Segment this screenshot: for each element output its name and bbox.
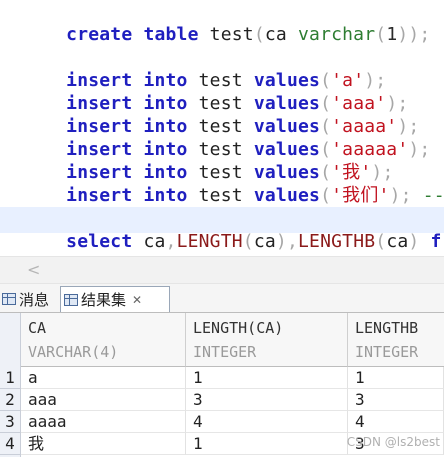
cell-lengthb[interactable]: 3 xyxy=(348,389,444,411)
tab-results[interactable]: 结果集 ✕ xyxy=(60,286,170,312)
row-number[interactable]: 3 xyxy=(0,411,20,433)
code-line-insert: insert into test values('我'); xyxy=(22,140,393,183)
comment: -- 列 xyxy=(422,185,444,206)
sql-editor[interactable]: create table test(ca varchar(1)); insert… xyxy=(0,0,444,256)
keyword-table: table xyxy=(143,24,199,45)
column-type: INTEGER xyxy=(193,343,257,361)
cell-ca[interactable]: a xyxy=(21,367,186,389)
comment: -- xyxy=(430,139,444,160)
code-line-insert: insert into test values('我们'); -- 列 xyxy=(22,163,444,206)
cell-length[interactable]: 4 xyxy=(186,411,348,433)
cell-lengthb[interactable]: 4 xyxy=(348,411,444,433)
paren: ( xyxy=(320,185,332,206)
column-name: CA xyxy=(28,319,47,337)
tab-messages[interactable]: 消息 xyxy=(0,286,49,312)
keyword-create: create xyxy=(66,24,133,45)
column-name: LENGTHB xyxy=(355,319,419,337)
code-line-insert: insert into test values('a'); xyxy=(22,48,386,91)
identifier-ca: ca xyxy=(253,231,276,252)
code-line-create: create table test(ca varchar(1)); xyxy=(22,2,430,45)
string-literal: '我们' xyxy=(331,185,390,206)
cell-length[interactable]: 1 xyxy=(186,433,348,455)
function-length: LENGTH xyxy=(176,231,243,252)
messages-icon xyxy=(2,293,16,305)
paren: ( xyxy=(375,24,387,45)
row-number[interactable]: 1 xyxy=(0,367,20,389)
column-type: INTEGER xyxy=(355,343,419,361)
paren: ) xyxy=(408,231,420,252)
column-name: LENGTH(CA) xyxy=(193,319,284,337)
function-lengthb: LENGTHB xyxy=(298,231,376,252)
cell-lengthb[interactable]: 1 xyxy=(348,367,444,389)
table-grid-icon xyxy=(64,293,78,306)
type-varchar: varchar xyxy=(298,24,376,45)
close-icon[interactable]: ✕ xyxy=(132,293,142,307)
keyword-into: into xyxy=(143,185,188,206)
paren: )); xyxy=(397,24,431,45)
identifier-test: test xyxy=(198,185,243,206)
code-line-insert: insert into test values('aaa'); xyxy=(22,71,408,114)
keyword-insert: insert xyxy=(66,185,133,206)
keyword-values: values xyxy=(253,185,321,206)
tab-messages-label: 消息 xyxy=(19,290,50,309)
keyword-select: select xyxy=(66,231,133,252)
result-tabs: 消息 结果集 ✕ xyxy=(0,284,444,313)
identifier-ca: ca xyxy=(386,231,409,252)
column-header-ca[interactable]: CA VARCHAR(4) xyxy=(21,313,186,367)
row-number[interactable]: 2 xyxy=(0,389,20,411)
paren: ); xyxy=(408,139,431,160)
number-literal: 1 xyxy=(386,24,398,45)
comma: , xyxy=(165,231,177,252)
identifier-ca: ca xyxy=(143,231,166,252)
code-line-insert: insert into test values('aaaa'); xyxy=(22,94,419,137)
cell-ca[interactable]: 我 xyxy=(21,433,186,455)
comma: , xyxy=(286,231,299,252)
keyword-from: fro xyxy=(430,231,444,252)
identifier-ca: ca xyxy=(264,24,287,45)
watermark: CSDN @ls2best xyxy=(346,435,440,449)
identifier-test: test xyxy=(209,24,254,45)
paren: ( xyxy=(375,231,387,252)
column-header-lengthb[interactable]: LENGTHB INTEGER xyxy=(348,313,444,367)
paren: ( xyxy=(242,231,254,252)
code-line-select: select ca,LENGTH(ca),LENGTHB(ca) fro xyxy=(22,209,444,252)
paren: ) xyxy=(275,231,287,252)
cell-length[interactable]: 1 xyxy=(186,367,348,389)
column-type: VARCHAR(4) xyxy=(28,343,119,361)
tab-results-label: 结果集 xyxy=(81,291,127,309)
paren: ); xyxy=(389,185,412,206)
editor-horizontal-scrollbar[interactable]: < xyxy=(0,256,444,284)
paren: ( xyxy=(253,24,265,45)
cell-ca[interactable]: aaaa xyxy=(21,411,186,433)
cell-length[interactable]: 3 xyxy=(186,389,348,411)
row-number[interactable]: 4 xyxy=(0,433,20,455)
code-line-insert: insert into test values('aaaaa'); -- xyxy=(22,117,444,160)
cell-ca[interactable]: aaa xyxy=(21,389,186,411)
column-header-length[interactable]: LENGTH(CA) INTEGER xyxy=(186,313,348,367)
results-grid: CA VARCHAR(4) LENGTH(CA) INTEGER LENGTHB… xyxy=(0,313,444,457)
scroll-left-arrow-icon[interactable]: < xyxy=(27,260,40,279)
